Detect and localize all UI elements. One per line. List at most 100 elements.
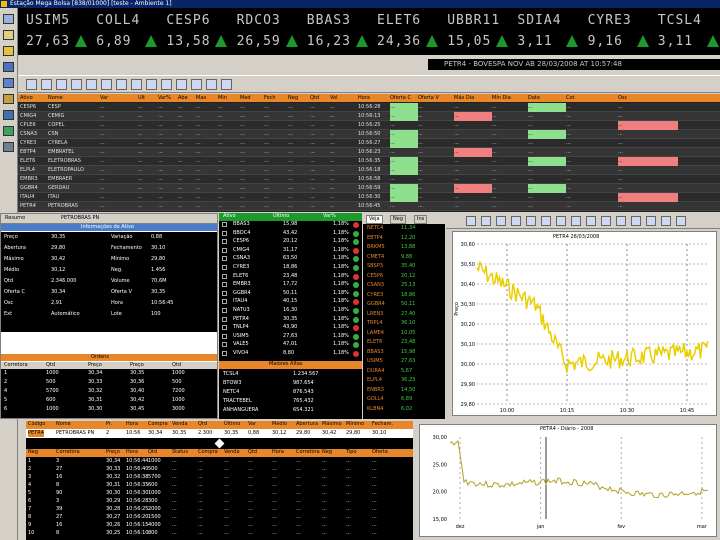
quote-icon[interactable]: [26, 79, 37, 90]
watchlist-cell[interactable]: LAME4: [367, 330, 384, 337]
order-detail-cell[interactable]: 10:56:28: [126, 498, 148, 505]
order-detail-cell[interactable]: ...: [224, 530, 229, 537]
order-cell[interactable]: 1000: [172, 370, 185, 377]
order-detail-cell[interactable]: 10:56:35: [126, 482, 148, 489]
save-icon[interactable]: [3, 62, 14, 72]
checkbox-icon[interactable]: [222, 265, 227, 270]
column-header[interactable]: Data: [528, 94, 566, 102]
order-detail-cell[interactable]: ...: [322, 490, 327, 497]
order-detail-cell[interactable]: ...: [322, 458, 327, 465]
order-cell[interactable]: 1000: [172, 397, 185, 404]
column-header[interactable]: Oferta V: [418, 94, 454, 102]
summary-cell[interactable]: 29,80: [296, 430, 310, 437]
line-icon[interactable]: [511, 216, 521, 226]
summary-cell[interactable]: PETR4: [28, 430, 44, 437]
checkbox-icon[interactable]: [222, 247, 227, 253]
order-detail-cell[interactable]: ...: [346, 490, 351, 497]
order-detail-cell[interactable]: ...: [372, 530, 377, 537]
table-row[interactable]: ITAU4 ITAU...............................…: [18, 193, 720, 202]
order-detail-cell[interactable]: ...: [322, 530, 327, 537]
ticker-item[interactable]: CYRE3 9,16: [580, 8, 650, 55]
order-detail-cell[interactable]: ...: [296, 498, 301, 505]
help-icon[interactable]: [221, 79, 232, 90]
table-row[interactable]: CMIG4 CEMIG..............................…: [18, 112, 720, 121]
watchlist-cell[interactable]: 14,50: [401, 387, 415, 394]
table-row[interactable]: EMBR3 EMBRAER............................…: [18, 175, 720, 184]
order-column-header[interactable]: Compra: [148, 421, 168, 428]
book-cell[interactable]: 1,18%: [333, 341, 349, 348]
order-column-header[interactable]: Máximo: [322, 421, 342, 428]
filter-icon[interactable]: [116, 79, 127, 90]
refresh-icon[interactable]: [206, 79, 217, 90]
order-detail-cell[interactable]: 30,34: [106, 458, 120, 465]
watchlist-cell[interactable]: GOLL4: [367, 396, 384, 403]
order-detail-cell[interactable]: ...: [372, 506, 377, 513]
order-detail-cell[interactable]: ...: [346, 498, 351, 505]
order-detail-cell[interactable]: 5: [28, 490, 31, 497]
checkbox-icon[interactable]: [222, 222, 227, 227]
order-cell[interactable]: 30,31: [88, 397, 102, 404]
order-cell[interactable]: 4: [4, 388, 7, 395]
book-cell[interactable]: 1,18%: [333, 255, 349, 262]
order-detail-cell[interactable]: 300: [148, 498, 158, 505]
summary-cell[interactable]: 30,42: [322, 430, 336, 437]
order-cell[interactable]: 30,30: [88, 406, 102, 413]
ticker-item[interactable]: TCSL4 3,11: [650, 8, 720, 55]
book-column-header[interactable]: Ativo: [223, 213, 236, 220]
ticker-item[interactable]: SDIA4 3,11: [509, 8, 579, 55]
checkbox-icon[interactable]: [222, 351, 227, 356]
column-header[interactable]: Min: [218, 94, 240, 102]
order-detail-cell[interactable]: ...: [346, 466, 351, 473]
order-detail-cell[interactable]: ...: [248, 498, 253, 505]
order-detail-cell[interactable]: ...: [272, 490, 277, 497]
book-cell[interactable]: CMIG4: [233, 247, 249, 254]
order-detail-cell[interactable]: 10:56:38: [126, 474, 148, 481]
watchlist-cell[interactable]: 18,86: [401, 292, 415, 299]
watchlist-cell[interactable]: NETC4: [367, 225, 383, 232]
order-detail-cell[interactable]: ...: [322, 498, 327, 505]
order-detail-cell[interactable]: 10:56:10: [126, 530, 148, 537]
orders-icon[interactable]: [3, 110, 14, 120]
orders-column-header[interactable]: Corretora: [4, 362, 28, 369]
order-column-header[interactable]: Var: [248, 421, 256, 428]
order-detail-cell[interactable]: ...: [372, 458, 377, 465]
order-detail-cell[interactable]: ...: [372, 490, 377, 497]
orders-column-header[interactable]: Qtd: [46, 362, 55, 369]
book-cell[interactable]: ELET6: [233, 273, 248, 280]
order-cell[interactable]: 500: [172, 379, 182, 386]
order-cell[interactable]: 5: [4, 397, 7, 404]
checkbox-icon[interactable]: [222, 333, 227, 339]
order-detail-cell[interactable]: 8: [28, 514, 31, 521]
order-detail-column-header[interactable]: Neg: [28, 449, 38, 456]
order-detail-cell[interactable]: ...: [248, 514, 253, 521]
column-header[interactable]: Nome: [48, 94, 100, 102]
book-cell[interactable]: 30,35: [283, 316, 297, 323]
order-column-header[interactable]: Nome: [56, 421, 71, 428]
checkbox-icon[interactable]: [222, 290, 227, 296]
tab-ins[interactable]: Ins: [414, 215, 428, 224]
order-detail-cell[interactable]: 3: [56, 458, 59, 465]
order-detail-cell[interactable]: ...: [198, 458, 203, 465]
summary-cell[interactable]: 30,35: [224, 430, 238, 437]
export-icon[interactable]: [71, 79, 82, 90]
order-detail-cell[interactable]: 600: [148, 482, 158, 489]
ticker-item[interactable]: RDCO3 26,59: [229, 8, 299, 55]
watchlist-cell[interactable]: SBSP3: [367, 263, 383, 270]
summary-asset-name[interactable]: PETROBRAS PN: [61, 215, 99, 222]
chart-window-icon[interactable]: [3, 78, 14, 88]
order-detail-cell[interactable]: 10: [28, 530, 34, 537]
watchlist-cell[interactable]: 6,02: [401, 406, 412, 413]
book-cell[interactable]: 1,18%: [333, 307, 349, 314]
column-header[interactable]: Hora: [358, 94, 390, 102]
order-detail-cell[interactable]: 90: [56, 490, 62, 497]
table-row[interactable]: CYRE3 CYRELA.............................…: [18, 139, 720, 148]
order-detail-cell[interactable]: ...: [372, 522, 377, 529]
book-cell[interactable]: 50,11: [283, 290, 297, 297]
summary-cell[interactable]: 30,34: [148, 430, 162, 437]
order-detail-cell[interactable]: 5700: [148, 474, 161, 481]
order-detail-cell[interactable]: 500: [148, 466, 158, 473]
order-detail-cell[interactable]: ...: [172, 498, 177, 505]
summary-cell[interactable]: 30,35: [172, 430, 186, 437]
order-detail-cell[interactable]: ...: [198, 530, 203, 537]
order-detail-cell[interactable]: ...: [248, 474, 253, 481]
